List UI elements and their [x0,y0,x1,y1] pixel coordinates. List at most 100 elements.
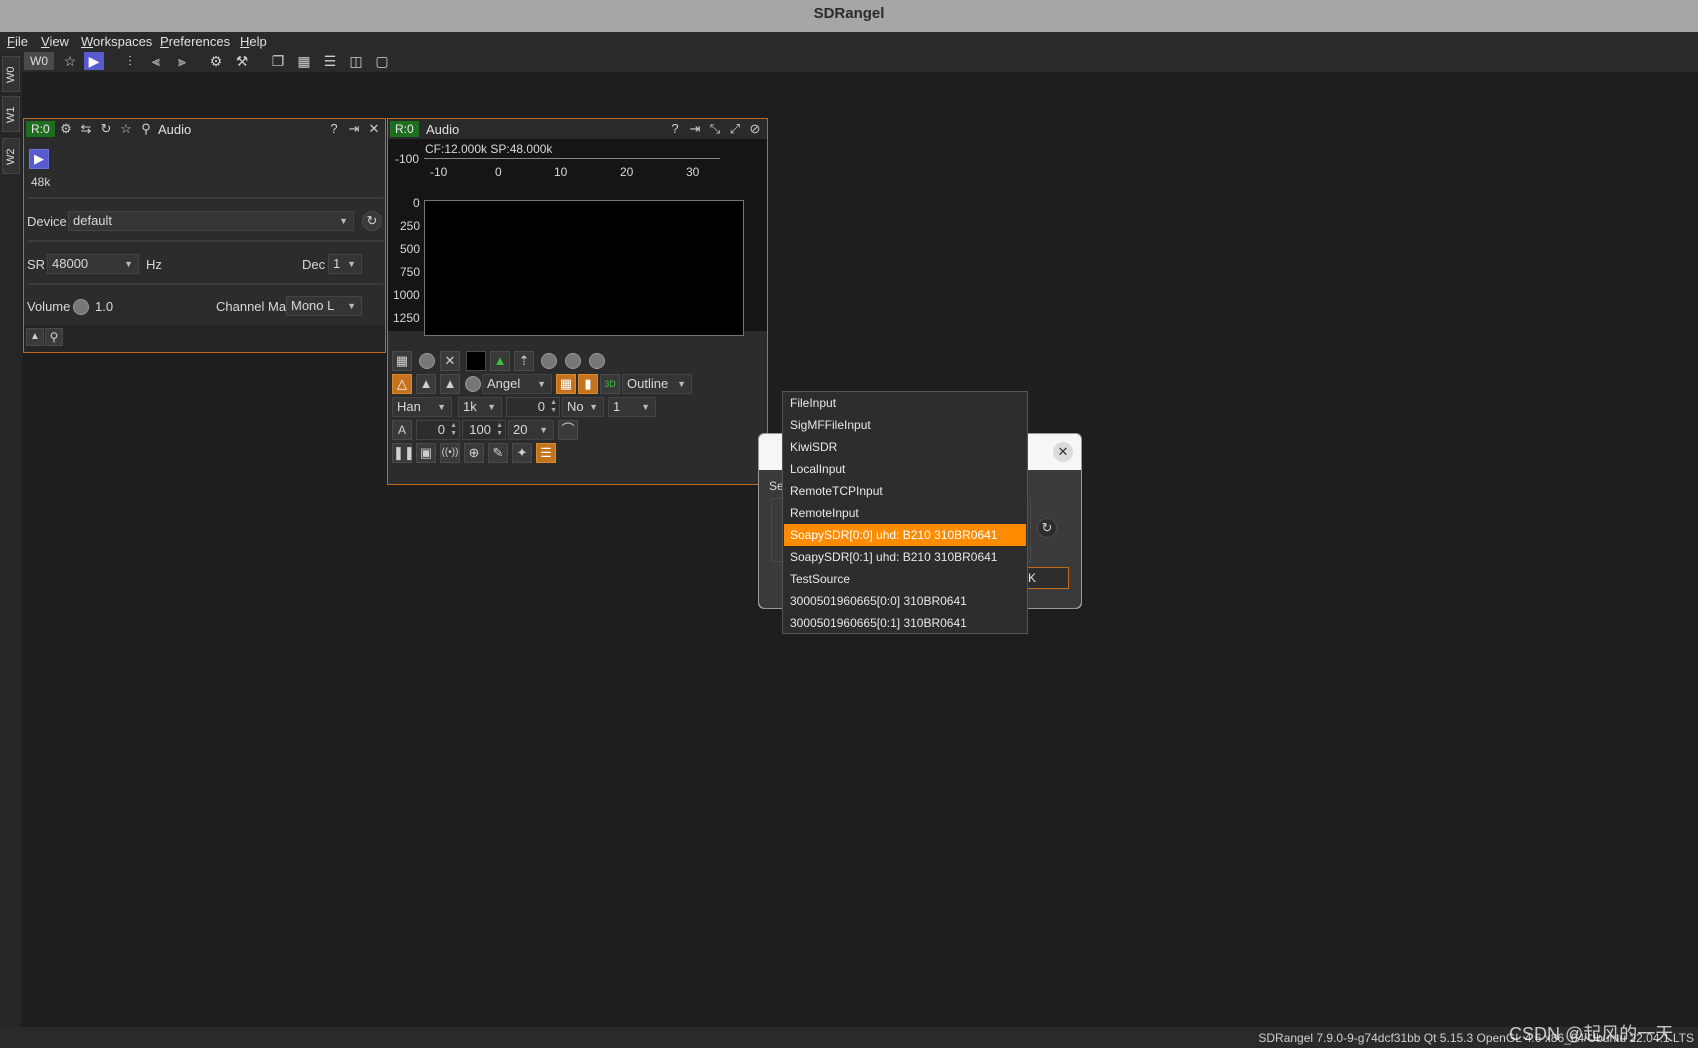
save-icon[interactable]: ▣ [416,443,436,463]
current-trace-icon[interactable]: ▲ [416,374,436,394]
settings-menu-icon[interactable]: ☰ [536,443,556,463]
tile-windows-icon[interactable]: ▦ [294,52,314,70]
dropdown-item[interactable]: TestSource [784,568,1026,590]
dropdown-item[interactable]: 3000501960665[0:0] 310BR0641 [784,590,1026,612]
dropdown-item[interactable]: SigMFFileInput [784,414,1026,436]
side-tab-w2[interactable]: W2 [2,138,20,174]
averaging-value-select[interactable]: 1 ▼ [608,397,656,417]
fft-overlap-spinbox[interactable]: 0 ▲ ▼ [506,397,560,417]
menu-preferences[interactable]: Preferences [160,34,230,49]
channel-add-icon[interactable]: ⚲ [45,328,63,346]
device-select[interactable]: default ▼ [68,211,354,231]
markers-icon[interactable]: ⊕ [464,443,484,463]
stroke-knob[interactable] [589,353,605,369]
calibration-icon[interactable]: ✦ [512,443,532,463]
spectrum-display[interactable]: CF:12.000k SP:48.000k -100 -10 0 10 20 3… [388,139,767,336]
menu-file[interactable]: File [7,34,28,49]
channel-map-select[interactable]: Mono L ▼ [286,296,362,316]
refresh-icon[interactable]: ↻ [1037,518,1057,538]
menu-workspaces[interactable]: Workspaces [81,34,152,49]
volume-knob[interactable] [73,299,89,315]
spectrum-trace [424,158,720,159]
measure-icon[interactable]: ✎ [488,443,508,463]
add-feature-icon[interactable]: ⚙ [206,52,226,70]
hide-icon[interactable]: ⊘ [747,121,763,137]
start-stop-button[interactable]: ▶ [29,149,49,169]
dropdown-item[interactable]: LocalInput [784,458,1026,480]
preset-star-icon[interactable]: ☆ [118,121,134,137]
spectrum-panel-title: Audio [426,122,460,137]
range-spinbox[interactable]: 100 ▲ ▼ [462,420,506,440]
trace-intensity-icon[interactable]: ▲ [440,374,460,394]
add-channel-icon[interactable]: ⚲ [138,121,154,137]
dropdown-item[interactable]: SoapySDR[0:1] uhd: B210 310BR0641 [784,546,1026,568]
dropdown-item[interactable]: RemoteInput [784,502,1026,524]
waterfall-toggle-icon[interactable]: ▦ [556,374,576,394]
averaging-mode-select[interactable]: No ▼ [562,397,604,417]
spectrum-toggle-icon[interactable]: ▲ [26,328,44,346]
refresh-devices-icon[interactable]: ↻ [362,211,382,231]
websocket-icon[interactable]: ((•)) [440,443,460,463]
decay-divisor-knob[interactable] [565,353,581,369]
settings-gear-icon[interactable]: ⚙ [58,121,74,137]
dropdown-item[interactable]: FileInput [784,392,1026,414]
close-icon[interactable]: ✕ [366,121,382,137]
max-hold-trace-icon[interactable]: △ [392,374,412,394]
window-titlebar: SDRangel [0,0,1698,32]
max-hold-icon[interactable]: ⇡ [514,351,534,371]
dropdown-item-selected[interactable]: SoapySDR[0:0] uhd: B210 310BR0641 [784,524,1026,546]
add-mimo-icon[interactable]: ⫸ [172,52,192,70]
fft-size-select[interactable]: 1k ▼ [458,397,502,417]
fft-window-select[interactable]: Han ▼ [392,397,452,417]
add-tx-icon[interactable]: ⫷ [146,52,166,70]
channel-map-label: Channel Map [216,299,294,314]
help-icon[interactable]: ? [667,121,683,137]
histogram-icon[interactable]: ▲ [490,351,510,371]
decimation-select[interactable]: 1 ▼ [328,254,362,274]
move-workspace-icon[interactable]: ⇥ [346,121,362,137]
dropdown-item[interactable]: 3000501960665[0:1] 310BR0641 [784,612,1026,634]
background-color-icon[interactable] [466,351,486,371]
move-workspace-icon[interactable]: ⇥ [687,121,703,137]
linear-scale-icon[interactable]: ⌒ [558,420,578,440]
grid-icon[interactable]: ▦ [392,351,412,371]
stack-windows-icon[interactable]: ☰ [320,52,340,70]
cascade-windows-icon[interactable]: ❐ [268,52,288,70]
reload-icon[interactable]: ↻ [98,121,114,137]
reference-level-spinbox[interactable]: 0 ▲ ▼ [416,420,460,440]
add-rx-icon[interactable]: ⫶ [120,52,140,70]
stack-columns-icon[interactable]: ◫ [346,52,366,70]
feature-presets-icon[interactable]: ⚒ [232,52,252,70]
auto-scale-button[interactable]: A [392,420,412,440]
side-tab-w0[interactable]: W0 [2,56,20,92]
maximize-icon[interactable]: ⤢ [727,121,743,137]
play-icon[interactable]: ▶ [84,52,104,70]
shrink-icon[interactable]: ⤡ [707,121,723,137]
device-index-badge[interactable]: R:0 [26,121,55,137]
change-device-icon[interactable]: ⇆ [78,121,94,137]
waterfall-tick: 1000 [393,288,420,302]
grid-intensity-knob[interactable] [419,353,435,369]
sample-rate-select[interactable]: 48000 ▼ [47,254,139,274]
decay-knob[interactable] [541,353,557,369]
dropdown-item[interactable]: KiwiSDR [784,436,1026,458]
waterfall-canvas[interactable] [424,200,744,336]
dialog-close-icon[interactable]: ✕ [1053,442,1073,462]
menu-help[interactable]: Help [240,34,267,49]
freq-tick: -10 [430,165,448,179]
3d-spectrogram-icon[interactable]: 3D [600,374,620,394]
spectrogram-toggle-icon[interactable]: ▮ [578,374,598,394]
dropdown-item[interactable]: RemoteTCPInput [784,480,1026,502]
freeze-icon[interactable]: ❚❚ [392,443,415,463]
palette-select[interactable]: Angel ▼ [482,374,552,394]
help-icon[interactable]: ? [326,121,342,137]
fps-select[interactable]: 20 ▼ [508,420,554,440]
spectrum-index-badge[interactable]: R:0 [390,121,419,137]
maximize-window-icon[interactable]: ▢ [372,52,392,70]
menu-view[interactable]: View [41,34,69,49]
side-tab-w1[interactable]: W1 [2,96,20,132]
clear-spectrum-icon[interactable]: ✕ [440,351,460,371]
star-icon[interactable]: ☆ [60,52,80,70]
spectrogram-style-select[interactable]: Outline ▼ [622,374,692,394]
trace-intensity-knob[interactable] [465,376,481,392]
